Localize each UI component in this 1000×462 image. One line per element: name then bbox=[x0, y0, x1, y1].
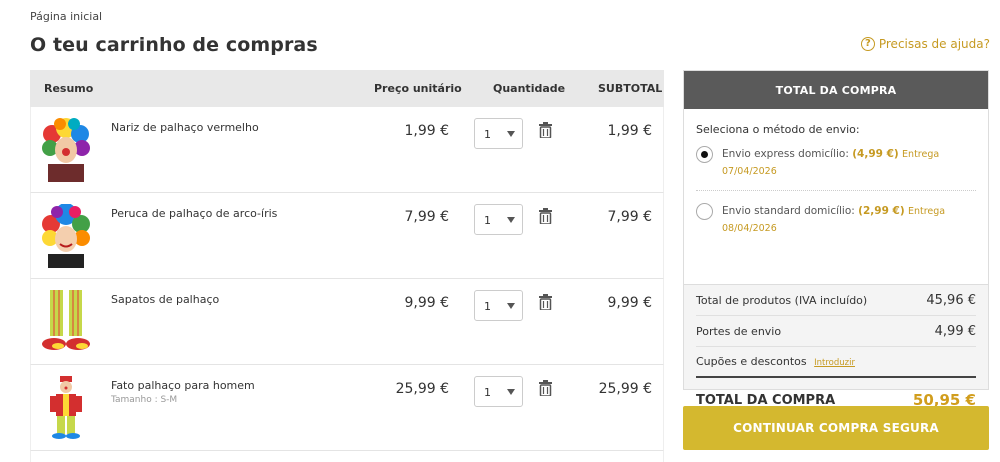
row-subtotal: 1,99 € bbox=[607, 123, 652, 139]
help-link-label: Precisas de ajuda? bbox=[878, 37, 990, 51]
header-quantidade: Quantidade bbox=[493, 82, 566, 95]
unit-price: 1,99 € bbox=[404, 123, 449, 139]
order-summary: TOTAL DA COMPRA Seleciona o método de en… bbox=[683, 70, 989, 409]
breadcrumb[interactable]: Página inicial bbox=[30, 10, 102, 23]
question-circle-icon: ? bbox=[860, 37, 875, 51]
header-resumo: Resumo bbox=[44, 82, 94, 95]
row-subtotal: 7,99 € bbox=[607, 209, 652, 225]
product-name[interactable]: Fato palhaço para homem bbox=[111, 379, 255, 392]
product-name[interactable]: Peruca de palhaço de arco-íris bbox=[111, 207, 277, 220]
shipping-cost-value: 4,99 € bbox=[934, 323, 976, 339]
trash-icon[interactable] bbox=[539, 208, 552, 224]
shipping-methods: Seleciona o método de envio: Envio expre… bbox=[684, 109, 988, 285]
header-preco: Preço unitário bbox=[374, 82, 462, 95]
cart-row: Peruca de palhaço de arco-íris 7,99 € 1 … bbox=[30, 193, 664, 279]
unit-price: 25,99 € bbox=[395, 381, 449, 397]
shipping-cost-row: Portes de envio 4,99 € bbox=[696, 316, 976, 347]
option-label: Envio express domicílio: bbox=[722, 148, 849, 160]
radio-unselected[interactable] bbox=[696, 203, 713, 220]
chevron-down-icon bbox=[507, 303, 515, 309]
product-name[interactable]: Nariz de palhaço vermelho bbox=[111, 121, 259, 134]
cart-row-partial bbox=[30, 451, 664, 462]
chevron-down-icon bbox=[507, 131, 515, 137]
unit-price: 9,99 € bbox=[404, 295, 449, 311]
row-subtotal: 9,99 € bbox=[607, 295, 652, 311]
option-price: (2,99 €) bbox=[858, 205, 905, 217]
product-name[interactable]: Sapatos de palhaço bbox=[111, 293, 219, 306]
quantity-select[interactable]: 1 bbox=[474, 290, 523, 321]
cart-row: Nariz de palhaço vermelho 1,99 € 1 1,99 … bbox=[30, 107, 664, 193]
shipping-cost-label: Portes de envio bbox=[696, 324, 782, 338]
unit-price: 7,99 € bbox=[404, 209, 449, 225]
products-total-label: Total de produtos (IVA incluído) bbox=[696, 293, 868, 307]
coupon-row: Cupões e descontos Introduzir bbox=[696, 347, 976, 378]
product-image-clown-shoes[interactable] bbox=[42, 290, 90, 354]
product-size: Tamanho : S-M bbox=[111, 395, 178, 405]
row-subtotal: 25,99 € bbox=[598, 381, 652, 397]
option-label: Envio standard domicílio: bbox=[722, 205, 855, 217]
quantity-value: 1 bbox=[484, 128, 491, 141]
shipping-option-express[interactable]: Envio express domicílio: (4,99 €) Entreg… bbox=[696, 146, 976, 191]
summary-header: TOTAL DA COMPRA bbox=[684, 71, 988, 109]
continue-checkout-button[interactable]: CONTINUAR COMPRA SEGURA bbox=[683, 406, 989, 450]
quantity-value: 1 bbox=[484, 214, 491, 227]
cart-table: Resumo Preço unitário Quantidade SUBTOTA… bbox=[30, 70, 664, 462]
help-link[interactable]: ? Precisas de ajuda? bbox=[860, 37, 990, 51]
product-image-clown-nose[interactable] bbox=[42, 118, 90, 182]
radio-selected[interactable] bbox=[696, 146, 713, 163]
quantity-select[interactable]: 1 bbox=[474, 376, 523, 407]
cart-row: Sapatos de palhaço 9,99 € 1 9,99 € bbox=[30, 279, 664, 365]
quantity-value: 1 bbox=[484, 300, 491, 313]
products-total-value: 45,96 € bbox=[926, 292, 976, 308]
quantity-value: 1 bbox=[484, 386, 491, 399]
trash-icon[interactable] bbox=[539, 294, 552, 310]
chevron-down-icon bbox=[507, 217, 515, 223]
coupon-link[interactable]: Introduzir bbox=[814, 358, 855, 368]
header-subtotal: SUBTOTAL bbox=[598, 82, 663, 95]
quantity-select[interactable]: 1 bbox=[474, 204, 523, 235]
cart-table-header: Resumo Preço unitário Quantidade SUBTOTA… bbox=[30, 70, 664, 107]
chevron-down-icon bbox=[507, 389, 515, 395]
shipping-title: Seleciona o método de envio: bbox=[696, 123, 860, 136]
product-image-rainbow-wig[interactable] bbox=[42, 204, 90, 268]
totals: Total de produtos (IVA incluído) 45,96 €… bbox=[684, 285, 988, 422]
page-title: O teu carrinho de compras bbox=[30, 34, 318, 56]
cart-row: Fato palhaço para homem Tamanho : S-M 25… bbox=[30, 365, 664, 451]
shipping-option-standard[interactable]: Envio standard domicílio: (2,99 €) Entre… bbox=[696, 203, 976, 237]
trash-icon[interactable] bbox=[539, 380, 552, 396]
coupon-label: Cupões e descontos bbox=[696, 355, 807, 368]
product-image-clown-suit[interactable] bbox=[42, 376, 90, 440]
trash-icon[interactable] bbox=[539, 122, 552, 138]
option-price: (4,99 €) bbox=[852, 148, 899, 160]
quantity-select[interactable]: 1 bbox=[474, 118, 523, 149]
products-total-row: Total de produtos (IVA incluído) 45,96 € bbox=[696, 285, 976, 316]
